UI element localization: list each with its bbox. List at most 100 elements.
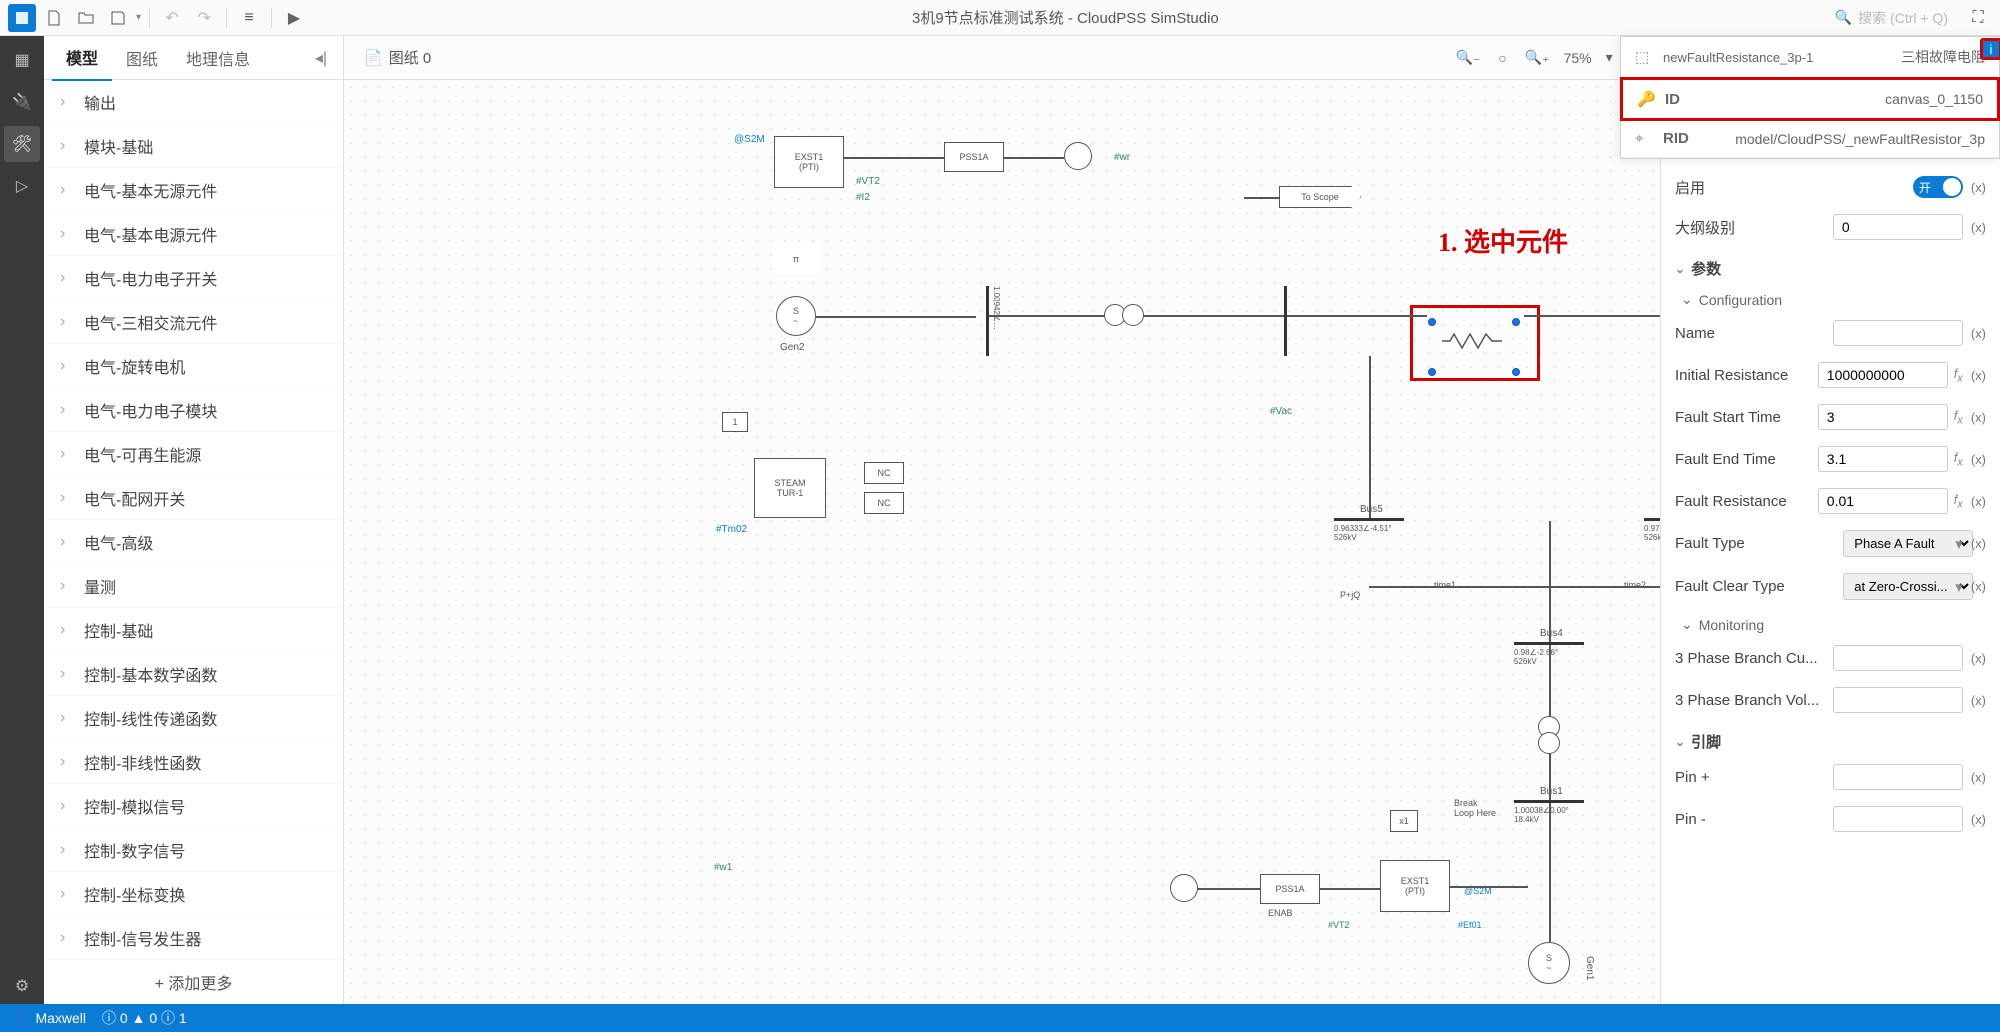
config-input[interactable] — [1833, 320, 1963, 346]
zoom-out-restore-icon[interactable]: 🔍₋ — [1451, 45, 1484, 70]
status-counters[interactable]: ⓘ 0 ▲ 0 ⓘ 1 — [102, 1008, 187, 1028]
reset-outline[interactable]: (x) — [1971, 220, 1986, 235]
save-icon[interactable] — [104, 4, 132, 32]
section-pins[interactable]: ⌄引脚 — [1661, 721, 2000, 756]
fault-resistor-comp[interactable] — [1442, 332, 1502, 350]
run-icon[interactable]: ▶ — [280, 4, 308, 32]
config-input[interactable] — [1818, 488, 1948, 514]
bus-left[interactable] — [986, 286, 989, 356]
category-row[interactable]: ›电气-电力电子开关 — [44, 256, 343, 300]
category-row[interactable]: ›电气-可再生能源 — [44, 432, 343, 476]
block-nc-2[interactable]: NC — [864, 492, 904, 514]
category-row[interactable]: ›控制-坐标变换 — [44, 872, 343, 916]
reset-button[interactable]: (x) — [1971, 494, 1986, 509]
category-row[interactable]: ›控制-基本数学函数 — [44, 652, 343, 696]
category-row[interactable]: ›控制-信号发生器 — [44, 916, 343, 960]
reset-button[interactable]: (x) — [1971, 693, 1986, 708]
fx-button[interactable]: fx — [1954, 492, 1963, 511]
zoom-in-icon[interactable]: 🔍₊ — [1521, 45, 1554, 70]
enable-toggle[interactable]: 开 — [1913, 176, 1963, 198]
outline-input[interactable] — [1833, 214, 1963, 240]
category-row[interactable]: ›电气-高级 — [44, 520, 343, 564]
config-input[interactable] — [1818, 446, 1948, 472]
add-more-button[interactable]: + 添加更多 — [44, 960, 343, 1004]
category-row[interactable]: ›电气-三相交流元件 — [44, 300, 343, 344]
reset-button[interactable]: (x) — [1971, 651, 1986, 666]
bus-7[interactable] — [1284, 286, 1287, 356]
reset-button[interactable]: (x) — [1971, 326, 1986, 341]
component-category-list[interactable]: ›输出›模块-基础›电气-基本无源元件›电气-基本电源元件›电气-电力电子开关›… — [44, 80, 343, 960]
pin-input[interactable] — [1833, 806, 1963, 832]
category-row[interactable]: ›控制-模拟信号 — [44, 784, 343, 828]
category-row[interactable]: ›控制-线性传递函数 — [44, 696, 343, 740]
fullscreen-icon[interactable]: ⛶ — [1964, 4, 1992, 32]
pin-input[interactable] — [1833, 764, 1963, 790]
category-row[interactable]: ›模块-基础 — [44, 124, 343, 168]
rail-settings-icon[interactable]: ⚙ — [4, 968, 40, 1004]
app-logo-icon[interactable] — [8, 4, 36, 32]
reset-button[interactable]: (x) — [1971, 410, 1986, 425]
info-id-row[interactable]: 🔑 ID canvas_0_1150 — [1620, 77, 2000, 121]
reset-button[interactable]: (x) — [1971, 812, 1986, 827]
category-row[interactable]: ›电气-配网开关 — [44, 476, 343, 520]
sum-junction-2[interactable] — [1170, 874, 1198, 902]
status-user[interactable]: 👤Maxwell — [12, 1010, 86, 1027]
reset-button[interactable]: (x) — [1971, 368, 1986, 383]
new-file-icon[interactable] — [40, 4, 68, 32]
mon-input[interactable] — [1833, 645, 1963, 671]
rail-play-icon[interactable]: ▷ — [4, 168, 40, 204]
config-input[interactable] — [1818, 404, 1948, 430]
sum-junction-1[interactable] — [1064, 142, 1092, 170]
fx-button[interactable]: fx — [1954, 450, 1963, 469]
const-1[interactable]: 1 — [722, 412, 748, 432]
subsection-config[interactable]: ⌄Configuration — [1661, 283, 2000, 312]
category-row[interactable]: ›控制-非线性函数 — [44, 740, 343, 784]
rail-canvas-icon[interactable]: ▦ — [4, 42, 40, 78]
category-row[interactable]: ›电气-旋转电机 — [44, 344, 343, 388]
bus5-bar[interactable] — [1334, 518, 1404, 521]
undo-icon[interactable]: ↶ — [158, 4, 186, 32]
sync-gen-1[interactable]: S~ — [1528, 942, 1570, 984]
reset-button[interactable]: (x) — [1971, 579, 1986, 594]
sync-gen-2[interactable]: S~ — [776, 296, 816, 336]
search-box[interactable]: 🔍 搜索 (Ctrl + Q) — [1823, 8, 1960, 28]
zoom-dropdown-icon[interactable]: ▾ — [1602, 45, 1617, 70]
block-exst1-2[interactable]: EXST1 (PTI) — [1380, 860, 1450, 912]
category-row[interactable]: ›控制-数字信号 — [44, 828, 343, 872]
collapse-left-icon[interactable]: ◂| — [307, 44, 335, 72]
list-icon[interactable]: ≡ — [235, 4, 263, 32]
category-row[interactable]: ›电气-基本电源元件 — [44, 212, 343, 256]
category-row[interactable]: ›控制-基础 — [44, 608, 343, 652]
block-pss1a-1[interactable]: PSS1A — [944, 142, 1004, 172]
config-select[interactable]: Phase A Fault — [1843, 530, 1973, 557]
tab-sheet[interactable]: 图纸 — [112, 36, 172, 80]
block-x1[interactable]: x1 — [1390, 810, 1418, 832]
bus6-bar[interactable] — [1644, 518, 1660, 521]
info-rid-row[interactable]: ⌖ RID model/CloudPSS/_newFaultResistor_3… — [1621, 120, 1999, 158]
tab-geo[interactable]: 地理信息 — [172, 36, 264, 80]
info-bubble-icon[interactable]: i — [1980, 38, 2000, 60]
open-folder-icon[interactable] — [72, 4, 100, 32]
block-exst1-1[interactable]: EXST1 (PTI) — [774, 136, 844, 188]
subsection-monitoring[interactable]: ⌄Monitoring — [1661, 608, 2000, 637]
rail-tools-icon[interactable]: 🛠 — [4, 126, 40, 162]
config-input[interactable] — [1818, 362, 1948, 388]
block-steam-tur1[interactable]: STEAM TUR-1 — [754, 458, 826, 518]
reset-button[interactable]: (x) — [1971, 452, 1986, 467]
redo-icon[interactable]: ↷ — [190, 4, 218, 32]
reset-button[interactable]: (x) — [1971, 770, 1986, 785]
config-select[interactable]: at Zero-Crossi... — [1843, 573, 1973, 600]
category-row[interactable]: ›电气-电力电子模块 — [44, 388, 343, 432]
pi-block[interactable]: π — [774, 244, 818, 274]
section-params[interactable]: ⌄参数 — [1661, 248, 2000, 283]
reset-button[interactable]: (x) — [1971, 536, 1986, 551]
rail-plug-icon[interactable]: 🔌 — [4, 84, 40, 120]
category-row[interactable]: ›输出 — [44, 80, 343, 124]
fx-button[interactable]: fx — [1954, 408, 1963, 427]
mon-input[interactable] — [1833, 687, 1963, 713]
canvas-tab-0[interactable]: 📄 图纸 0 — [354, 41, 441, 74]
category-row[interactable]: ›电气-基本无源元件 — [44, 168, 343, 212]
reset-enable[interactable]: (x) — [1971, 180, 1986, 195]
xfmr-1b[interactable] — [1122, 304, 1144, 326]
to-scope-block[interactable]: To Scope — [1279, 186, 1361, 208]
